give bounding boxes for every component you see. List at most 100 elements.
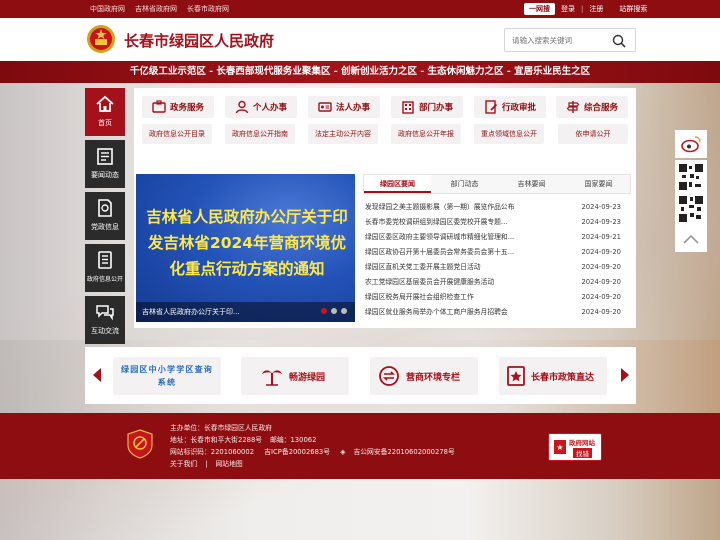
news-carousel[interactable]: 吉林省人民政府办公厅关于印发吉林省2024年营商环境优化重点行动方案的通知 吉林… <box>136 174 355 322</box>
news-title[interactable]: 绿园区就业服务局举办个体工商户服务月招聘会 <box>365 305 565 320</box>
news-title[interactable]: 绿园区政协召开第十届委员会常务委员会第十五... <box>365 245 565 260</box>
link-jilin-gov[interactable]: 吉林省政府网 <box>135 4 177 14</box>
police-badge-icon: ◈ <box>340 448 346 456</box>
news-title[interactable]: 绿园区委区政府主要领导调研城市精细化管理和... <box>365 230 565 245</box>
news-title[interactable]: 绿园区直机关党工委开展主题党日活动 <box>365 260 565 275</box>
nav-item-interaction[interactable]: 互动交流 <box>85 296 125 344</box>
news-title[interactable]: 长春市委党校调研组到绿园区委党校开展专题... <box>365 215 565 230</box>
service-button-general[interactable]: 综合服务 <box>556 96 628 118</box>
search-input[interactable] <box>505 29 605 51</box>
chevron-right-icon[interactable] <box>619 366 631 384</box>
chevron-left-icon[interactable] <box>91 366 103 384</box>
signpost-icon <box>566 101 580 113</box>
tour-lvyuan-button[interactable]: 畅游绿园 <box>241 357 349 395</box>
list-item[interactable]: 绿园区税务局开展社会组织检查工作 2024-09-20 <box>363 290 631 305</box>
quick-links-bar: 绿园区中小学学区查询系统 畅游绿园 营商环境专栏 长春市政策直达 <box>85 347 636 404</box>
service-button-gov[interactable]: 政务服务 <box>142 96 214 118</box>
list-item[interactable]: 绿园区委区政府主要领导调研城市精细化管理和... 2024-09-21 <box>363 230 631 245</box>
search-box <box>504 28 636 52</box>
list-item[interactable]: 发现绿园之美主题摄影展（第一期）展览作品公布 2024-09-23 <box>363 200 631 215</box>
footer-address: 地址：长春市和平大街2288号 <box>170 436 263 444</box>
one-search-button[interactable]: 一网搜 <box>524 3 555 15</box>
service-button-department[interactable]: 部门办事 <box>391 96 463 118</box>
service-button-legal-person[interactable]: 法人办事 <box>308 96 380 118</box>
nav-item-info-public[interactable]: 政府信息公开 <box>85 244 125 292</box>
footer-icp-link[interactable]: 吉ICP备20002683号 <box>264 448 330 456</box>
link-gov-cn[interactable]: 中国政府网 <box>90 4 125 14</box>
list-item[interactable]: 绿园区政协召开第十届委员会常务委员会第十五... 2024-09-20 <box>363 245 631 260</box>
header: 长春市绿园区人民政府 <box>0 18 720 61</box>
quick-link-label: 营商环境专栏 <box>406 373 461 383</box>
news-date: 2024-09-20 <box>581 308 621 316</box>
service-row: 政务服务 个人办事 法人办事 部门办事 行政审批 综合服务 <box>142 96 628 118</box>
tab-department-news[interactable]: 部门动态 <box>431 175 498 193</box>
news-date: 2024-09-21 <box>581 233 621 241</box>
nav-item-news[interactable]: 要闻动态 <box>85 140 125 188</box>
qr-code-weibo <box>675 160 707 194</box>
tab-national-news[interactable]: 国家要闻 <box>565 175 632 193</box>
login-link[interactable]: 登录 <box>561 4 575 14</box>
news-date: 2024-09-20 <box>581 248 621 256</box>
top-links: 中国政府网 吉林省政府网 长春市政府网 <box>90 4 229 14</box>
news-title[interactable]: 发现绿园之美主题摄影展（第一期）展览作品公布 <box>365 200 565 215</box>
nav-label: 政府信息公开 <box>86 276 123 283</box>
building-icon <box>402 101 414 114</box>
badge-top-text: 政府网站 <box>569 439 595 447</box>
info-link-guide[interactable]: 政府信息公开指南 <box>225 124 295 144</box>
service-button-personal[interactable]: 个人办事 <box>225 96 297 118</box>
news-date: 2024-09-20 <box>581 293 621 301</box>
news-date: 2024-09-23 <box>581 203 621 211</box>
about-us-link[interactable]: 关于我们 <box>170 460 197 468</box>
school-district-query-button[interactable]: 绿园区中小学学区查询系统 <box>113 357 221 395</box>
carousel-dot[interactable] <box>321 308 327 314</box>
link-changchun-gov[interactable]: 长春市政府网 <box>187 4 229 14</box>
service-label: 行政审批 <box>501 103 536 113</box>
qr-code-wechat <box>675 192 707 226</box>
info-link-catalog[interactable]: 政府信息公开目录 <box>142 124 212 144</box>
service-label: 部门办事 <box>418 103 453 113</box>
document-icon <box>98 199 112 217</box>
sitemap-link[interactable]: 网站地图 <box>215 460 242 468</box>
tab-jilin-news[interactable]: 吉林要闻 <box>498 175 565 193</box>
news-date: 2024-09-20 <box>581 278 621 286</box>
news-tabs: 绿园区要闻 部门动态 吉林要闻 国家要闻 <box>363 174 631 194</box>
top-actions: 一网搜 登录 | 注册 站群搜索 <box>524 3 647 15</box>
carousel-dot[interactable] <box>341 308 347 314</box>
weibo-share[interactable] <box>675 130 707 158</box>
gov-website-error-report-badge[interactable]: ★ 政府网站 找错 <box>548 433 602 461</box>
footer-police-link[interactable]: 吉公网安备22010602000278号 <box>353 448 454 456</box>
exchange-icon <box>379 366 399 386</box>
tab-lvyuan-news[interactable]: 绿园区要闻 <box>364 175 431 193</box>
separator: | <box>205 460 208 468</box>
news-title[interactable]: 绿园区税务局开展社会组织检查工作 <box>365 290 565 305</box>
nav-item-home[interactable]: 首页 <box>85 88 125 136</box>
news-date: 2024-09-23 <box>581 218 621 226</box>
list-item[interactable]: 绿园区就业服务局举办个体工商户服务月招聘会 2024-09-20 <box>363 305 631 320</box>
footer-info: 主办单位：长春市绿园区人民政府 地址：长春市和平大街2288号 邮编：130062… <box>170 422 463 470</box>
info-link-statutory[interactable]: 法定主动公开内容 <box>308 124 378 144</box>
policy-star-icon <box>507 366 525 386</box>
info-link-key-areas[interactable]: 重点领域信息公开 <box>474 124 544 144</box>
search-icon[interactable] <box>612 34 626 48</box>
site-group-search-link[interactable]: 站群搜索 <box>619 4 647 14</box>
gov-badge-icon: ★ <box>554 440 566 454</box>
chevron-up-icon <box>683 234 699 244</box>
service-button-approval[interactable]: 行政审批 <box>474 96 546 118</box>
list-item[interactable]: 农工党绿园区基层委员会开展健康服务活动 2024-09-20 <box>363 275 631 290</box>
carousel-dot[interactable] <box>331 308 337 314</box>
business-environment-button[interactable]: 营商环境专栏 <box>370 357 478 395</box>
site-title: 长春市绿园区人民政府 <box>124 32 275 50</box>
list-item[interactable]: 绿园区直机关党工委开展主题党日活动 2024-09-20 <box>363 260 631 275</box>
home-icon <box>96 95 114 112</box>
nav-item-party-info[interactable]: 党政信息 <box>85 192 125 240</box>
nav-label: 要闻动态 <box>91 171 119 179</box>
slogan-banner: 千亿级工业示范区 - 长春西部现代服务业聚集区 - 创新创业活力之区 - 生态休… <box>0 61 720 83</box>
back-to-top-button[interactable] <box>675 226 707 252</box>
policy-direct-button[interactable]: 长春市政策直达 <box>499 357 607 395</box>
news-title[interactable]: 农工党绿园区基层委员会开展健康服务活动 <box>365 275 565 290</box>
info-link-annual-report[interactable]: 政府信息公开年报 <box>391 124 461 144</box>
list-item[interactable]: 长春市委党校调研组到绿园区委党校开展专题... 2024-09-23 <box>363 215 631 230</box>
register-link[interactable]: 注册 <box>589 4 603 14</box>
info-link-on-request[interactable]: 依申请公开 <box>558 124 628 144</box>
service-label: 综合服务 <box>583 103 618 113</box>
